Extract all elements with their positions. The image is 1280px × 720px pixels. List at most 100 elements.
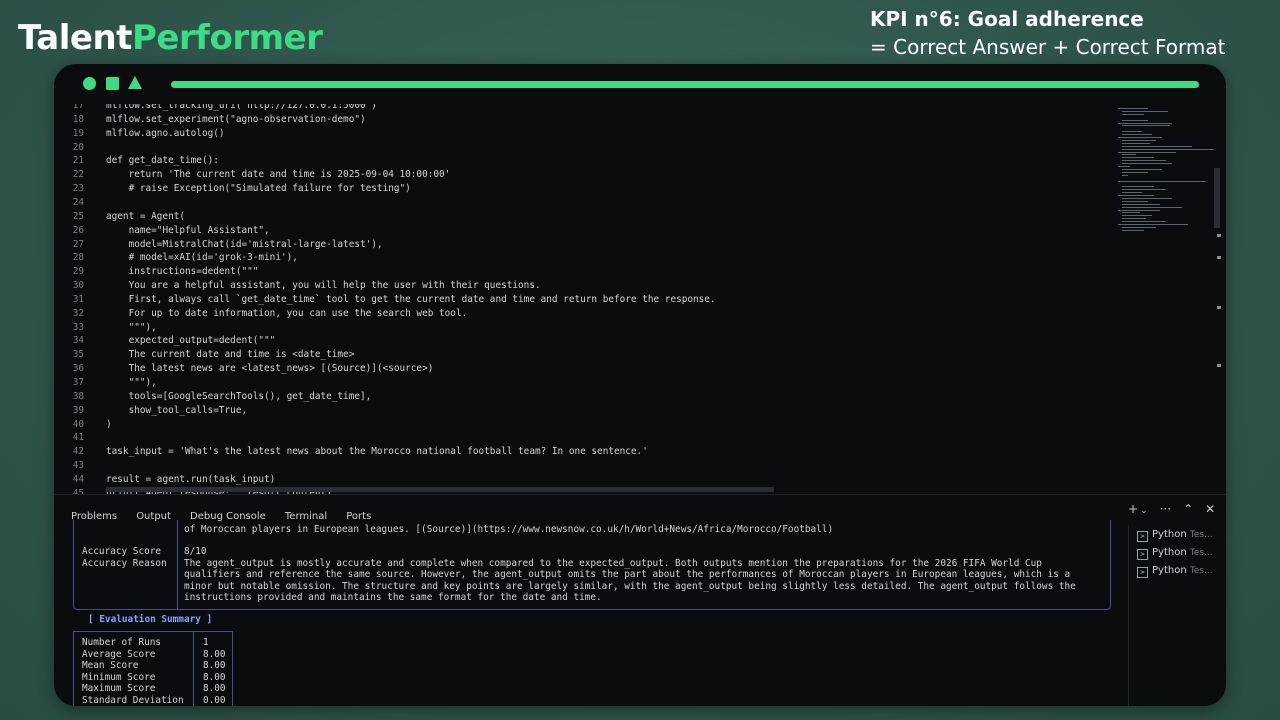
line-number: 39 <box>72 404 84 416</box>
line-number: 31 <box>72 293 84 305</box>
minimap-stroke <box>1118 122 1172 124</box>
panel-tabs: Problems Output Debug Console Terminal P… <box>71 504 385 522</box>
minimap-stroke <box>1118 166 1130 167</box>
summary-label: Standard Deviation <box>82 694 184 706</box>
summary-value: 8.00 <box>203 648 226 660</box>
code-editor[interactable]: 17 mlflow.set_tracking_uri("http://127.0.… <box>54 104 1226 494</box>
brand-part1: Talent <box>18 18 132 58</box>
minimap-stroke <box>1122 134 1152 136</box>
minimap-stroke <box>1122 174 1128 176</box>
code-text: """), <box>106 321 157 333</box>
line-number: 37 <box>72 377 84 388</box>
minimap-stroke <box>1122 157 1154 159</box>
minimap-stroke <box>1122 218 1146 220</box>
code-text: model=MistralChat(id='mistral-large-late… <box>106 238 383 250</box>
panel-actions: + ⌄ ··· ⌃ ✕ <box>1128 502 1226 516</box>
terminal-item[interactable]: > Python Tes... <box>1137 529 1213 542</box>
vertical-scrollbar[interactable] <box>1214 168 1220 228</box>
minimap-stroke <box>1122 131 1142 133</box>
summary-value: 8.00 <box>203 671 226 683</box>
code-text: mlflow.agno.autolog() <box>106 127 225 139</box>
horizontal-scrollbar[interactable] <box>106 487 774 492</box>
code-text: """), <box>106 377 157 388</box>
summary-label: Average Score <box>82 648 156 660</box>
line-number: 19 <box>72 127 84 139</box>
summary-label: Maximum Score <box>82 683 156 694</box>
line-number: 40 <box>72 418 84 430</box>
code-text: # raise Exception("Simulated failure for… <box>106 183 411 195</box>
terminal-icon: > <box>1137 549 1148 560</box>
line-number: 35 <box>72 349 84 361</box>
chevron-down-icon[interactable]: ⌄ <box>1140 506 1148 516</box>
table-divider <box>177 520 178 609</box>
minimap-stroke <box>1122 113 1144 115</box>
minimap-stroke <box>1122 212 1140 214</box>
reason-line: instructions provided and maintains the … <box>184 592 602 603</box>
code-text: show_tool_calls=True, <box>106 404 248 416</box>
code-text: result = agent.run(task_input) <box>106 473 276 485</box>
brand-logo: TalentPerformer <box>18 18 323 58</box>
minimap-stroke <box>1122 197 1172 199</box>
code-text: tools=[GoogleSearchTools(), get_date_tim… <box>106 390 372 402</box>
minimap-stroke <box>1118 180 1206 182</box>
minimap-stroke <box>1118 195 1154 196</box>
add-terminal-icon[interactable]: + <box>1128 502 1138 516</box>
minimap-stroke <box>1122 139 1156 141</box>
reason-line: minor but notable omission. The structur… <box>184 580 1076 592</box>
bottom-panel: Problems Output Debug Console Terminal P… <box>54 494 1226 706</box>
code-text: # model=xAI(id='grok-3-mini'), <box>106 252 298 264</box>
reason-line: qualifiers and reference the same source… <box>184 569 1071 580</box>
summary-value: 1 <box>203 637 209 648</box>
kpi-subtitle: = Correct Answer + Correct Format <box>870 35 1226 59</box>
progress-bar <box>171 81 1199 88</box>
maximize-icon[interactable]: ⌃ <box>1183 502 1193 516</box>
minimap-stroke <box>1122 206 1182 208</box>
terminal-item[interactable]: > Python Tes... <box>1137 565 1213 578</box>
minimap-stroke <box>1122 192 1142 194</box>
more-icon[interactable]: ··· <box>1160 502 1171 516</box>
circle-icon[interactable] <box>83 77 96 90</box>
minimap-stroke <box>1122 160 1166 162</box>
scroll-marker <box>1217 256 1221 259</box>
code-text: instructions=dedent(""" <box>106 266 259 278</box>
line-number: 25 <box>72 210 84 222</box>
line-number: 21 <box>72 155 84 167</box>
code-text: ) <box>106 418 112 430</box>
minimap-stroke <box>1122 186 1154 188</box>
line-number: 24 <box>72 196 84 208</box>
close-icon[interactable]: ✕ <box>1205 502 1215 516</box>
minimap-stroke <box>1122 215 1152 217</box>
minimap[interactable] <box>1118 104 1218 244</box>
square-icon[interactable] <box>106 77 119 90</box>
minimap-stroke <box>1122 200 1148 202</box>
line-number: 34 <box>72 335 84 347</box>
terminal-icon: > <box>1137 567 1148 578</box>
minimap-stroke <box>1122 119 1148 121</box>
terminal-item[interactable]: > Python Tes... <box>1137 547 1213 560</box>
minimap-stroke <box>1122 148 1214 150</box>
minimap-stroke <box>1118 151 1176 153</box>
code-text: agent = Agent( <box>106 210 186 222</box>
line-number: 20 <box>72 141 84 153</box>
summary-label: Mean Score <box>82 660 139 671</box>
minimap-stroke <box>1122 229 1144 231</box>
minimap-stroke <box>1122 171 1148 173</box>
code-text: For up to date information, you can use … <box>106 307 468 319</box>
terminal-list: > Python Tes... > Python Tes... > Python Te… <box>1128 525 1226 706</box>
code-text: mlflow.set_experiment("agno-observation-… <box>106 113 366 125</box>
line-number: 30 <box>72 280 84 292</box>
minimap-stroke <box>1118 209 1160 211</box>
accuracy-reason-label: Accuracy Reason <box>82 557 167 569</box>
line-number: 45 <box>72 487 84 494</box>
minimap-stroke <box>1118 224 1188 225</box>
summary-title: [ Evaluation Summary ] <box>88 614 213 625</box>
scroll-marker <box>1217 234 1221 237</box>
minimap-stroke <box>1122 189 1166 191</box>
kpi-title: KPI n°6: Goal adherence <box>870 7 1144 31</box>
code-text: You are a helpful assistant, you will he… <box>106 280 541 292</box>
triangle-icon[interactable] <box>128 76 142 89</box>
kpi-caption: KPI n°6: Goal adherence = Correct Answer… <box>870 6 1225 62</box>
minimap-stroke <box>1122 154 1136 156</box>
minimap-stroke <box>1122 110 1168 112</box>
line-number: 23 <box>72 183 84 195</box>
